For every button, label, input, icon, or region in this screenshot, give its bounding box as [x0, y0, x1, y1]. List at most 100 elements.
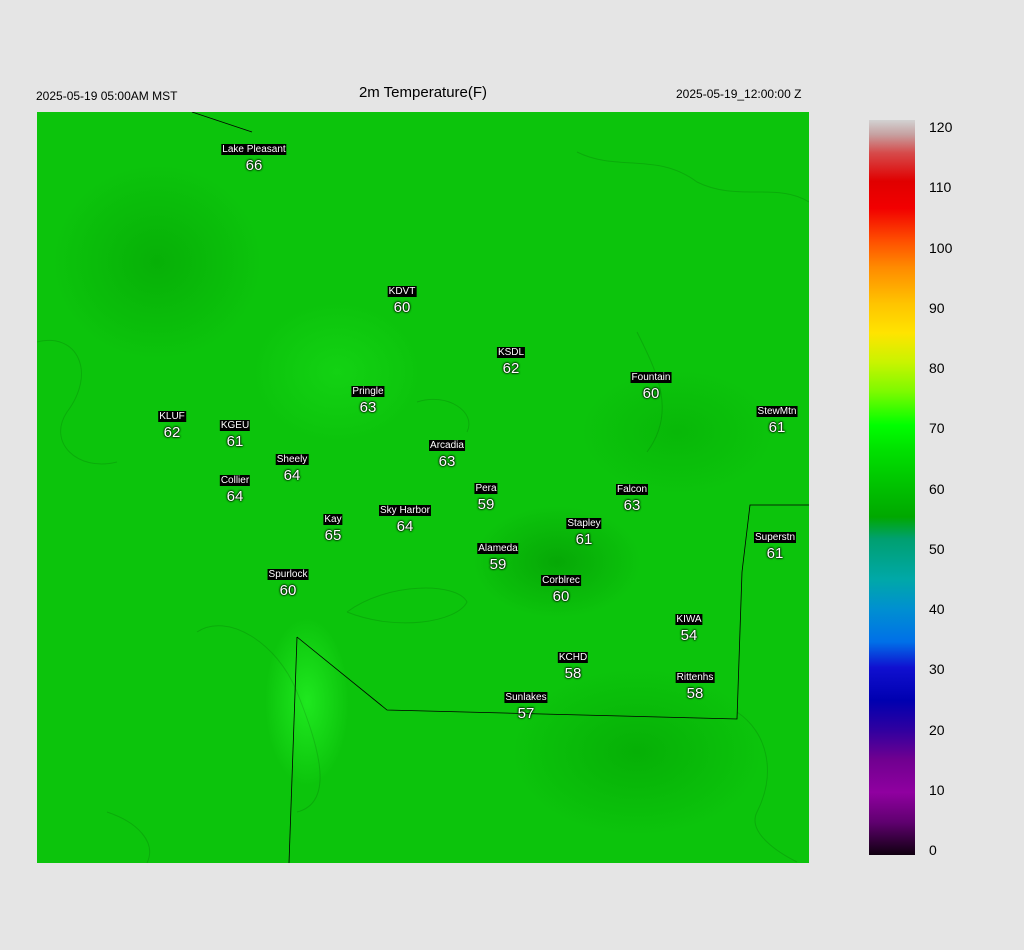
- station-name: Spurlock: [267, 569, 309, 580]
- colorbar-tick-label: 90: [929, 299, 945, 316]
- station-name: Corblrec: [541, 575, 581, 586]
- station-temperature: 61: [766, 545, 784, 562]
- county-boundary: [191, 112, 253, 133]
- map-title: 2m Temperature(F): [358, 84, 488, 101]
- station-name: Kay: [323, 514, 343, 525]
- station-name: Sunlakes: [504, 692, 548, 703]
- station-temperature: 62: [502, 360, 520, 377]
- station-temperature: 60: [552, 588, 570, 605]
- station-name: KGEU: [219, 420, 251, 431]
- station-corblrec[interactable]: Corblrec 60: [541, 570, 581, 605]
- station-superstn[interactable]: Superstn 61: [753, 527, 797, 562]
- terrain-contour: [196, 625, 321, 813]
- station-pera[interactable]: Pera 59: [474, 478, 498, 513]
- station-rittenhs[interactable]: Rittenhs 58: [675, 667, 715, 702]
- station-name: Alameda: [477, 543, 519, 554]
- station-kluf[interactable]: KLUF 62: [158, 406, 186, 441]
- station-collier[interactable]: Collier 64: [219, 470, 251, 505]
- station-name: Stapley: [566, 518, 602, 529]
- station-sky-harbor[interactable]: Sky Harbor 64: [378, 500, 432, 535]
- station-kay[interactable]: Kay 65: [323, 509, 343, 544]
- station-name: Arcadia: [429, 440, 465, 451]
- colorbar-tick-label: 100: [929, 239, 953, 256]
- station-temperature: 60: [279, 582, 297, 599]
- terrain-contour: [576, 151, 809, 203]
- station-name: StewMtn: [756, 406, 798, 417]
- station-pringle[interactable]: Pringle 63: [351, 381, 385, 416]
- station-name: KIWA: [675, 614, 703, 625]
- temperature-map[interactable]: Lake Pleasant 66 KDVT 60 KSDL 62 Fountain 60 Pri…: [37, 112, 809, 863]
- station-temperature: 60: [393, 299, 411, 316]
- terrain-contour: [736, 711, 798, 863]
- station-kgeu[interactable]: KGEU 61: [219, 415, 251, 450]
- station-sheely[interactable]: Sheely 64: [275, 449, 309, 484]
- station-ksdl[interactable]: KSDL 62: [496, 342, 526, 377]
- station-spurlock[interactable]: Spurlock 60: [267, 564, 309, 599]
- station-temperature: 61: [768, 419, 786, 436]
- map-boundaries: [37, 112, 809, 863]
- station-temperature: 58: [564, 665, 582, 682]
- colorbar-tick-label: 30: [929, 661, 945, 678]
- station-name: Rittenhs: [675, 672, 715, 683]
- station-name: Pera: [474, 483, 498, 494]
- colorbar-tick-label: 70: [929, 420, 945, 437]
- station-arcadia[interactable]: Arcadia 63: [429, 435, 465, 470]
- station-temperature: 61: [575, 531, 593, 548]
- station-name: Fountain: [630, 372, 672, 383]
- station-temperature: 65: [324, 527, 342, 544]
- station-fountain[interactable]: Fountain 60: [630, 367, 672, 402]
- station-name: KLUF: [158, 411, 186, 422]
- colorbar-tick-label: 60: [929, 480, 945, 497]
- station-stapley[interactable]: Stapley 61: [566, 513, 602, 548]
- colorbar-tick-label: 40: [929, 601, 945, 617]
- station-temperature: 58: [686, 685, 704, 702]
- terrain-contour: [346, 587, 468, 624]
- station-kiwa[interactable]: KIWA 54: [675, 609, 703, 644]
- station-kchd[interactable]: KCHD 58: [557, 647, 589, 682]
- station-name: Sky Harbor: [378, 505, 432, 516]
- station-name: Collier: [219, 475, 251, 486]
- station-name: Pringle: [351, 386, 385, 397]
- station-name: KCHD: [557, 652, 589, 663]
- station-temperature: 64: [226, 488, 244, 505]
- station-temperature: 63: [359, 399, 377, 416]
- station-temperature: 63: [438, 453, 456, 470]
- station-lake-pleasant[interactable]: Lake Pleasant 66: [221, 139, 287, 174]
- terrain-contour: [106, 811, 151, 863]
- valid-time-local: 2025-05-19 05:00AM MST: [36, 89, 178, 103]
- station-temperature: 63: [623, 497, 641, 514]
- colorbar-tick-label: 110: [929, 179, 952, 196]
- station-temperature: 59: [489, 556, 507, 573]
- station-name: KDVT: [387, 286, 417, 297]
- colorbar-tick-label: 120: [929, 119, 953, 135]
- station-falcon[interactable]: Falcon 63: [615, 479, 649, 514]
- colorbar-tick-label: 20: [929, 721, 945, 738]
- colorbar-tick-label: 50: [929, 540, 945, 557]
- station-temperature: 60: [642, 385, 660, 402]
- station-temperature: 59: [477, 496, 495, 513]
- county-boundary: [296, 504, 809, 720]
- terrain-contour: [37, 340, 118, 465]
- colorbar-tick-label: 80: [929, 360, 945, 376]
- station-kdvt[interactable]: KDVT 60: [387, 281, 417, 316]
- station-name: Superstn: [753, 532, 797, 543]
- station-alameda[interactable]: Alameda 59: [477, 538, 519, 573]
- station-temperature: 64: [396, 518, 414, 535]
- colorbar-tick-label: 0: [929, 842, 937, 858]
- station-temperature: 62: [163, 424, 181, 441]
- station-sunlakes[interactable]: Sunlakes 57: [504, 687, 548, 722]
- station-temperature: 57: [517, 705, 535, 722]
- station-name: Sheely: [275, 454, 309, 465]
- colorbar: [869, 120, 915, 855]
- station-temperature: 64: [283, 467, 301, 484]
- station-temperature: 66: [245, 157, 263, 174]
- county-boundary: [288, 636, 298, 863]
- terrain-contour: [416, 398, 470, 433]
- station-stewmtn[interactable]: StewMtn 61: [756, 401, 798, 436]
- valid-time-utc: 2025-05-19_12:00:00 Z: [676, 87, 802, 101]
- station-temperature: 61: [226, 433, 244, 450]
- station-name: Lake Pleasant: [221, 144, 287, 155]
- station-name: KSDL: [496, 347, 526, 358]
- colorbar-tick-label: 10: [929, 781, 945, 798]
- station-name: Falcon: [615, 484, 649, 495]
